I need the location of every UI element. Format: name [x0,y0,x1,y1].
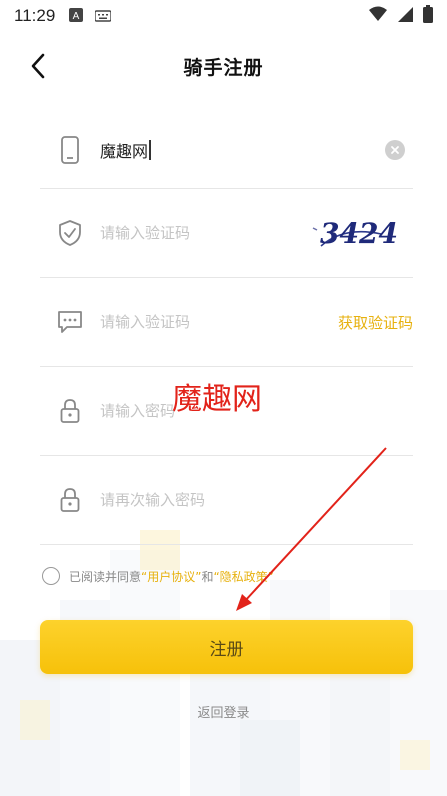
sms-code-input[interactable] [100,313,338,331]
captcha-row: 3424 [40,189,413,278]
notification-a-icon: A [69,7,84,26]
chevron-left-icon [31,53,45,79]
phone-icon [40,136,100,164]
wifi-icon [369,6,387,26]
keyboard-icon [94,7,112,26]
text-cursor [149,140,152,160]
clear-input-button[interactable] [385,140,405,160]
agreement-row: 已阅读并同意 “用户协议” 和 “隐私政策” [42,567,274,585]
agree-radio[interactable] [42,567,60,585]
name-row: 魔趣网 [40,112,413,189]
status-bar: 11:29 A [0,0,447,32]
signal-icon [397,6,413,26]
confirm-password-input[interactable] [100,491,413,509]
agreement-prefix: 已阅读并同意 [69,569,142,584]
battery-icon [423,5,433,27]
svg-text:A: A [73,11,80,22]
name-value: 魔趣网 [100,142,149,161]
close-icon [391,146,399,154]
message-icon [40,310,100,334]
sms-code-row: 获取验证码 [40,278,413,367]
name-field[interactable]: 魔趣网 [100,138,385,162]
back-button[interactable] [22,50,54,82]
captcha-text: 3424 [320,217,398,250]
back-to-login-link[interactable]: 返回登录 [0,702,447,721]
status-time: 11:29 [14,6,56,25]
user-agreement-link[interactable]: “用户协议” [141,568,201,585]
privacy-policy-link[interactable]: “隐私政策” [213,568,273,585]
page-title: 骑手注册 [183,56,264,79]
status-right-icons [369,5,433,27]
register-button[interactable]: 注册 [40,620,413,674]
lock-icon [40,487,100,513]
captcha-input[interactable] [100,224,299,242]
app-bar: 骑手注册 [0,40,447,92]
get-code-button[interactable]: 获取验证码 [338,312,413,333]
captcha-image[interactable]: 3424 [299,208,409,258]
registration-form: 魔趣网 3424 获取验证码 [40,112,413,545]
lock-icon [40,398,100,424]
shield-check-icon [40,220,100,246]
agreement-and: 和 [201,569,214,584]
confirm-password-row [40,456,413,545]
watermark-text: 魔趣网 [172,382,262,417]
